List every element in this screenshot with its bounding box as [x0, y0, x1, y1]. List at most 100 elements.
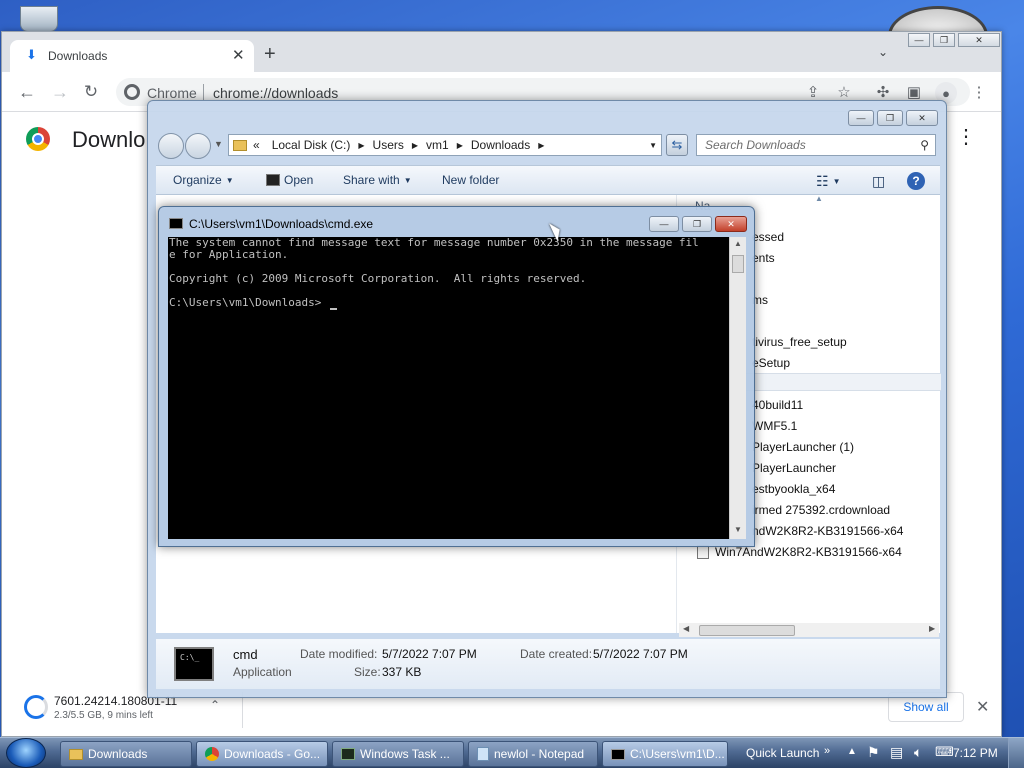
taskbar-button-notepad[interactable]: newlol - Notepad: [468, 741, 598, 767]
close-button[interactable]: ✕: [958, 33, 1000, 47]
view-options-icon[interactable]: ☷ ▼: [816, 173, 840, 190]
network-icon[interactable]: ▤: [890, 744, 903, 761]
scroll-up-icon[interactable]: ▲: [734, 239, 742, 248]
list-item[interactable]: 40build11: [752, 398, 803, 412]
quick-launch-chevron-icon[interactable]: »: [824, 745, 830, 757]
scroll-down-icon[interactable]: ▼: [734, 525, 742, 534]
breadcrumb-downloads[interactable]: Downloads: [471, 138, 530, 152]
list-item[interactable]: PlayerLauncher (1): [752, 440, 854, 454]
download-options-chevron-icon[interactable]: ⌃: [210, 698, 220, 712]
taskbar-button-chrome[interactable]: Downloads - Go...: [196, 741, 328, 767]
star-icon[interactable]: ☆: [835, 83, 853, 101]
address-bar[interactable]: « Local Disk (C:) ▶ Users ▶ vm1 ▶ Downlo…: [228, 134, 662, 156]
page-menu-icon[interactable]: ⋮: [956, 126, 976, 148]
taskbar-button-label: Downloads: [88, 747, 148, 761]
size-value: 337 KB: [382, 665, 422, 679]
back-arrow-icon[interactable]: ←: [18, 82, 36, 102]
tab-downloads[interactable]: ⬇ Downloads ✕: [10, 40, 254, 72]
horizontal-scrollbar[interactable]: ◀ ▶: [679, 623, 939, 637]
close-shelf-icon[interactable]: ✕: [976, 697, 989, 717]
chevron-down-icon: ▼: [403, 175, 412, 185]
minimize-button[interactable]: —: [848, 110, 874, 126]
address-dropdown-icon[interactable]: ▼: [649, 141, 657, 150]
close-tab-icon[interactable]: ✕: [232, 46, 245, 64]
omnibox-site-label: Chrome: [147, 85, 197, 101]
action-center-flag-icon[interactable]: ⚑: [867, 744, 880, 761]
scroll-left-icon[interactable]: ◀: [683, 624, 689, 633]
download-shelf: 7601.24214.180801-11 2.3/5.5 GB, 9 mins …: [2, 692, 1003, 738]
back-button[interactable]: [158, 133, 184, 159]
text-cursor: [330, 308, 337, 310]
show-hidden-icons-icon[interactable]: ▲: [847, 746, 857, 757]
share-with-button[interactable]: Share with ▼: [343, 173, 412, 187]
share-with-label: Share with: [343, 173, 400, 187]
minimize-button[interactable]: —: [649, 216, 679, 232]
taskbar-button-explorer[interactable]: Downloads: [60, 741, 192, 767]
taskbar-button-cmd[interactable]: C:\Users\vm1\D...: [602, 741, 728, 767]
tab-search-chevron-icon[interactable]: ⌄: [878, 45, 888, 59]
console-output[interactable]: The system cannot find message text for …: [168, 237, 729, 539]
forward-button[interactable]: [185, 133, 211, 159]
new-tab-plus-icon[interactable]: +: [264, 43, 276, 66]
reload-icon[interactable]: ↻: [82, 82, 100, 101]
breadcrumb-arrow-icon[interactable]: ▶: [457, 141, 463, 150]
close-button[interactable]: ✕: [906, 110, 938, 126]
cmd-window: C:\Users\vm1\Downloads\cmd.exe — ❐ ✕ The…: [158, 206, 755, 547]
omnibox-url[interactable]: chrome://downloads: [213, 85, 338, 101]
recent-pages-chevron-icon[interactable]: ▼: [214, 139, 223, 149]
start-button[interactable]: [6, 738, 46, 768]
breadcrumb-vm1[interactable]: vm1: [426, 138, 449, 152]
forward-arrow-icon[interactable]: →: [51, 82, 69, 102]
share-icon[interactable]: ⇪: [804, 83, 822, 101]
open-button[interactable]: Open: [266, 173, 313, 187]
recycle-bin-icon[interactable]: [20, 6, 58, 32]
kebab-menu-icon[interactable]: ⋮: [970, 83, 988, 101]
list-item[interactable]: eSetup: [752, 356, 790, 370]
list-item[interactable]: essed: [752, 230, 784, 244]
show-desktop-button[interactable]: [1008, 738, 1024, 768]
cmd-app-icon: [611, 748, 625, 760]
list-item[interactable]: ents: [752, 251, 775, 265]
help-icon[interactable]: ?: [907, 172, 925, 190]
list-item[interactable]: estbyookla_x64: [752, 482, 835, 496]
breadcrumb-local-disk[interactable]: Local Disk (C:): [272, 138, 351, 152]
breadcrumb-overflow[interactable]: «: [253, 138, 260, 152]
refresh-icon[interactable]: ⇆: [666, 134, 688, 156]
breadcrumb-arrow-icon[interactable]: ▶: [358, 141, 364, 150]
list-item-label: Win7AndW2K8R2-KB3191566-x64: [715, 545, 902, 559]
date-modified-label: Date modified:: [300, 647, 378, 661]
preview-pane-icon[interactable]: ◫: [872, 173, 885, 190]
maximize-button[interactable]: ❐: [877, 110, 903, 126]
maximize-button[interactable]: ❐: [933, 33, 955, 47]
breadcrumb-users[interactable]: Users: [373, 138, 404, 152]
close-button[interactable]: ✕: [715, 216, 747, 232]
organize-button[interactable]: Organize ▼: [173, 173, 234, 187]
list-item[interactable]: irmed 275392.crdownload: [752, 503, 890, 517]
maximize-button[interactable]: ❐: [682, 216, 712, 232]
extensions-icon[interactable]: ✣: [874, 83, 892, 101]
minimize-button[interactable]: —: [908, 33, 930, 47]
list-item[interactable]: WMF5.1: [752, 419, 797, 433]
clock-time[interactable]: 7:12 PM: [953, 746, 998, 760]
command-bar: Organize ▼ Open Share with ▼ New folder …: [156, 165, 940, 195]
breadcrumb-arrow-icon[interactable]: ▶: [412, 141, 418, 150]
list-item[interactable]: ndW2K8R2-KB3191566-x64: [752, 524, 903, 538]
quick-launch-toolbar[interactable]: Quick Launch: [746, 746, 819, 760]
side-panel-icon[interactable]: ▣: [905, 83, 923, 101]
list-item[interactable]: Win7AndW2K8R2-KB3191566-x64: [697, 545, 902, 559]
search-icon[interactable]: ⚲: [920, 138, 929, 152]
list-item[interactable]: PlayerLauncher: [752, 461, 836, 475]
search-input[interactable]: Search Downloads ⚲: [696, 134, 936, 156]
keyboard-icon[interactable]: ⌨: [935, 744, 954, 760]
list-item[interactable]: tivirus_free_setup: [752, 335, 847, 349]
volume-icon[interactable]: 🔈︎: [914, 744, 922, 761]
scrollbar-thumb[interactable]: [699, 625, 795, 636]
vertical-scrollbar[interactable]: ▲ ▼: [729, 237, 746, 539]
window-title: C:\Users\vm1\Downloads\cmd.exe: [189, 217, 374, 231]
scrollbar-thumb[interactable]: [732, 255, 744, 273]
new-folder-button[interactable]: New folder: [442, 173, 499, 187]
site-info-icon[interactable]: [124, 84, 140, 100]
taskbar-button-task-manager[interactable]: Windows Task ...: [332, 741, 464, 767]
breadcrumb-arrow-icon[interactable]: ▶: [538, 141, 544, 150]
scroll-right-icon[interactable]: ▶: [929, 624, 935, 633]
